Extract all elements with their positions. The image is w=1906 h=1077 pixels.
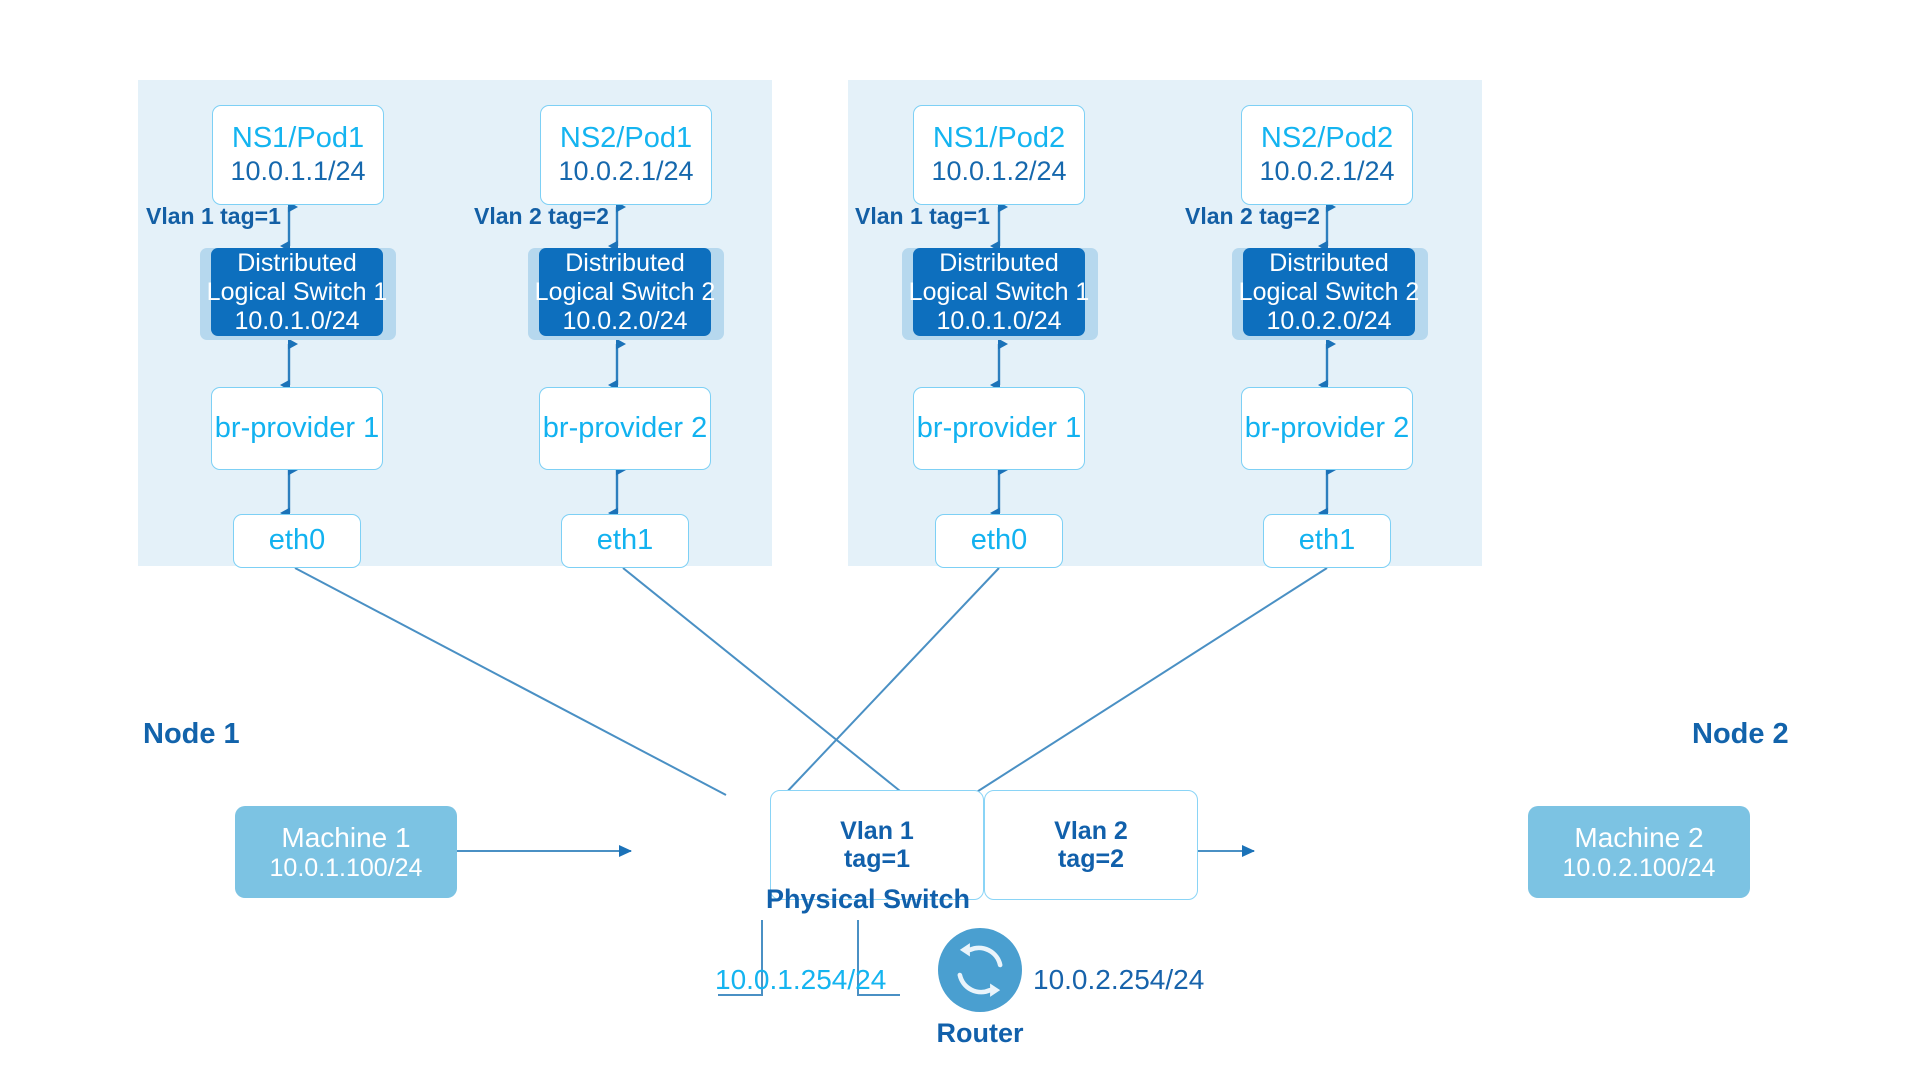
node-caption-1: Node 1 (143, 718, 240, 750)
machine-box-2[interactable]: Machine 2 10.0.2.100/24 (1528, 806, 1750, 898)
pod-box-ns2-pod2[interactable]: NS2/Pod2 10.0.2.1/24 (1241, 105, 1413, 205)
vlan-caption-node1-col2: Vlan 2 tag=2 (474, 203, 609, 229)
eth-label: eth0 (970, 524, 1028, 557)
distributed-logical-switch-2-node2[interactable]: Distributed Logical Switch 2 10.0.2.0/24 (1239, 248, 1419, 336)
vlan-port-name: Vlan 1 (840, 816, 914, 845)
switch-line-3: 10.0.2.0/24 (562, 306, 688, 335)
router-ip-right: 10.0.2.254/24 (1033, 964, 1205, 995)
physical-switch-caption: Physical Switch (765, 884, 971, 914)
switch-line-1: Distributed (565, 248, 685, 277)
switch-line-3: 10.0.2.0/24 (1266, 306, 1392, 335)
eth-box-node1-col2[interactable]: eth1 (561, 514, 689, 568)
switch-line-2: Logical Switch 2 (534, 277, 716, 306)
pod-ip: 10.0.2.1/24 (1259, 156, 1395, 187)
pod-title: NS1/Pod2 (932, 122, 1066, 155)
machine-ip: 10.0.1.100/24 (269, 853, 423, 882)
br-provider-box-node1-col1[interactable]: br-provider 1 (211, 387, 383, 470)
pod-box-ns1-pod1[interactable]: NS1/Pod1 10.0.1.1/24 (212, 105, 384, 205)
distributed-logical-switch-1-node1[interactable]: Distributed Logical Switch 1 10.0.1.0/24 (207, 248, 387, 336)
pod-ip: 10.0.1.2/24 (931, 156, 1067, 187)
diagram-canvas: NS1/Pod1 10.0.1.1/24 Vlan 1 tag=1 Distri… (0, 0, 1906, 1077)
router-caption: Router (936, 1018, 1024, 1048)
switch-line-2: Logical Switch 1 (908, 277, 1090, 306)
switch-line-1: Distributed (237, 248, 357, 277)
distributed-logical-switch-2-node1[interactable]: Distributed Logical Switch 2 10.0.2.0/24 (535, 248, 715, 336)
router-sync-icon (938, 928, 1022, 1012)
eth-label: eth1 (596, 524, 654, 557)
eth-box-node2-col1[interactable]: eth0 (935, 514, 1063, 568)
vlan-port-2[interactable]: Vlan 2 tag=2 (984, 790, 1198, 900)
pod-ip: 10.0.1.1/24 (230, 156, 366, 187)
eth-label: eth1 (1298, 524, 1356, 557)
machine-name: Machine 1 (281, 821, 411, 853)
vlan-caption-node1-col1: Vlan 1 tag=1 (146, 203, 281, 229)
switch-line-3: 10.0.1.0/24 (936, 306, 1062, 335)
machine-box-1[interactable]: Machine 1 10.0.1.100/24 (235, 806, 457, 898)
bottom-band (0, 1060, 1906, 1077)
switch-line-3: 10.0.1.0/24 (234, 306, 360, 335)
switch-line-1: Distributed (939, 248, 1059, 277)
switch-line-1: Distributed (1269, 248, 1389, 277)
br-provider-label: br-provider 2 (542, 411, 708, 444)
vlan-port-tag: tag=2 (1057, 845, 1124, 873)
eth-box-node2-col2[interactable]: eth1 (1263, 514, 1391, 568)
pod-box-ns1-pod2[interactable]: NS1/Pod2 10.0.1.2/24 (913, 105, 1085, 205)
br-provider-box-node2-col1[interactable]: br-provider 1 (913, 387, 1085, 470)
br-provider-label: br-provider 2 (1244, 411, 1410, 444)
br-provider-label: br-provider 1 (916, 411, 1082, 444)
br-provider-box-node1-col2[interactable]: br-provider 2 (539, 387, 711, 470)
pod-title: NS2/Pod2 (1260, 122, 1394, 155)
br-provider-label: br-provider 1 (214, 411, 380, 444)
vlan-port-name: Vlan 2 (1054, 816, 1128, 845)
vlan-caption-node2-col1: Vlan 1 tag=1 (855, 203, 990, 229)
pod-title: NS1/Pod1 (231, 122, 365, 155)
vlan-caption-node2-col2: Vlan 2 tag=2 (1185, 203, 1320, 229)
br-provider-box-node2-col2[interactable]: br-provider 2 (1241, 387, 1413, 470)
pod-box-ns2-pod1[interactable]: NS2/Pod1 10.0.2.1/24 (540, 105, 712, 205)
machine-ip: 10.0.2.100/24 (1562, 853, 1716, 882)
switch-line-2: Logical Switch 2 (1238, 277, 1420, 306)
vlan-port-tag: tag=1 (843, 845, 910, 873)
node-caption-2: Node 2 (1692, 718, 1789, 750)
switch-line-2: Logical Switch 1 (206, 277, 388, 306)
pod-ip: 10.0.2.1/24 (558, 156, 694, 187)
eth-box-node1-col1[interactable]: eth0 (233, 514, 361, 568)
router-ip-left: 10.0.1.254/24 (715, 964, 887, 995)
machine-name: Machine 2 (1574, 821, 1704, 853)
distributed-logical-switch-1-node2[interactable]: Distributed Logical Switch 1 10.0.1.0/24 (909, 248, 1089, 336)
eth-label: eth0 (268, 524, 326, 557)
pod-title: NS2/Pod1 (559, 122, 693, 155)
